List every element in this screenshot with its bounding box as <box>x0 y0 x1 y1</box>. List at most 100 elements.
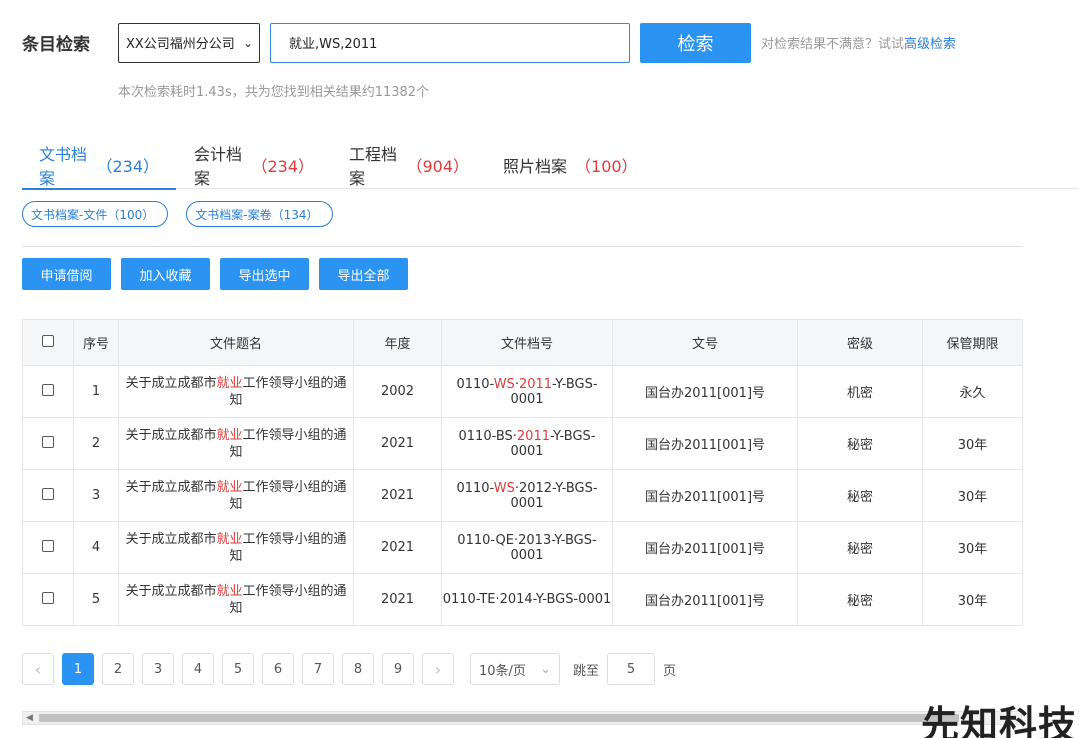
page-button[interactable]: 8 <box>342 653 374 685</box>
tab-documents[interactable]: 文书档案 （234） <box>22 140 176 190</box>
title-text: 工作领导小组的通知 <box>229 531 347 564</box>
cell-archive-no: 0110-BS·2011-Y-BGS-0001 <box>441 417 613 470</box>
search-input[interactable]: 就业,WS,2011 <box>270 22 630 63</box>
cell-no: 3 <box>73 469 119 522</box>
page-button[interactable]: 5 <box>222 653 254 685</box>
cell-title[interactable]: 关于成立成都市就业工作领导小组的通知 <box>118 573 354 626</box>
row-checkbox[interactable] <box>42 591 54 604</box>
cell-title[interactable]: 关于成立成都市就业工作领导小组的通知 <box>118 365 354 418</box>
results-table: 序号 文件题名 年度 文件档号 文号 密级 保管期限 1 关于成立成都市就业工作… <box>22 319 1023 626</box>
chip-document-files[interactable]: 文书档案-文件（100） <box>22 201 169 227</box>
subcategory-chips: 文书档案-文件（100） 文书档案-案卷（134） <box>22 201 333 227</box>
jump-label: 跳至 <box>573 663 600 679</box>
borrow-button[interactable]: 申请借阅 <box>22 258 111 290</box>
search-stats: 本次检索耗时1.43s，共为您找到相关结果约11382个 <box>118 85 430 100</box>
archive-no-text: 0110- <box>456 376 494 392</box>
search-hint-text: 对检索结果不满意？试试 <box>761 37 905 52</box>
page-button[interactable]: 6 <box>262 653 294 685</box>
table-header-row: 序号 文件题名 年度 文件档号 文号 密级 保管期限 <box>22 319 1023 366</box>
page-button[interactable]: 1 <box>62 653 94 685</box>
scroll-left-icon[interactable]: ◀ <box>26 713 33 723</box>
tab-engineering[interactable]: 工程档案 （904） <box>331 140 486 189</box>
page-title: 条目检索 <box>22 35 90 55</box>
title-highlight: 就业 <box>216 427 243 443</box>
tab-photos[interactable]: 照片档案 （100） <box>486 140 655 189</box>
next-page-button[interactable]: › <box>422 653 454 685</box>
table-row[interactable]: 1 关于成立成都市就业工作领导小组的通知 2002 0110-WS·2011-Y… <box>22 365 1023 418</box>
archive-no-highlight: WS <box>493 480 515 496</box>
page-button[interactable]: 3 <box>142 653 174 685</box>
tab-count: （904） <box>406 156 469 176</box>
row-checkbox-cell <box>22 417 74 470</box>
horizontal-scrollbar[interactable]: ◀ <box>22 711 1022 725</box>
jump-page-input[interactable]: 5 <box>607 653 656 685</box>
table-row[interactable]: 2 关于成立成都市就业工作领导小组的通知 2021 0110-BS·2011-Y… <box>22 417 1023 470</box>
cell-title[interactable]: 关于成立成都市就业工作领导小组的通知 <box>118 521 354 574</box>
cell-year: 2021 <box>353 417 442 470</box>
tab-accounting[interactable]: 会计档案 （234） <box>176 140 331 189</box>
cell-archive-no: 0110-WS·2011-Y-BGS-0001 <box>441 365 613 418</box>
title-text: 工作领导小组的通知 <box>229 583 347 616</box>
row-checkbox[interactable] <box>42 383 54 396</box>
column-header: 密级 <box>797 319 923 366</box>
divider <box>22 246 1022 247</box>
watermark-logo: 先知科技 <box>921 703 1078 738</box>
chip-document-volumes[interactable]: 文书档案-案卷（134） <box>186 201 333 227</box>
export-selected-button[interactable]: 导出选中 <box>220 258 309 290</box>
page-size-value: 10条/页 <box>479 663 526 679</box>
org-select-value: XX公司福州分公司 <box>126 37 235 52</box>
cell-level: 秘密 <box>797 573 923 626</box>
page-size-select[interactable]: 10条/页 ⌄ <box>470 653 560 685</box>
column-header: 保管期限 <box>922 319 1023 366</box>
scrollbar-thumb[interactable] <box>39 714 959 722</box>
cell-title[interactable]: 关于成立成都市就业工作领导小组的通知 <box>118 469 354 522</box>
cell-period: 30年 <box>922 469 1023 522</box>
cell-no: 1 <box>73 365 119 418</box>
row-checkbox[interactable] <box>42 539 54 552</box>
chevron-left-icon: ‹ <box>34 659 42 679</box>
cell-doc-no: 国台办2011[001]号 <box>612 573 798 626</box>
export-all-button[interactable]: 导出全部 <box>319 258 408 290</box>
row-checkbox-cell <box>22 365 74 418</box>
chevron-down-icon: ⌄ <box>540 661 551 677</box>
cell-doc-no: 国台办2011[001]号 <box>612 365 798 418</box>
page-button[interactable]: 9 <box>382 653 414 685</box>
table-row[interactable]: 5 关于成立成都市就业工作领导小组的通知 2021 0110-TE·2014-Y… <box>22 573 1023 626</box>
table-row[interactable]: 3 关于成立成都市就业工作领导小组的通知 2021 0110-WS·2012-Y… <box>22 469 1023 522</box>
advanced-search-link[interactable]: 高级检索 <box>904 37 956 52</box>
title-text: 工作领导小组的通知 <box>229 375 347 408</box>
cell-title[interactable]: 关于成立成都市就业工作领导小组的通知 <box>118 417 354 470</box>
title-text: 关于成立成都市 <box>125 375 217 391</box>
favorite-button[interactable]: 加入收藏 <box>121 258 210 290</box>
search-hint: 对检索结果不满意？试试高级检索 <box>761 33 956 52</box>
cell-archive-no: 0110-TE·2014-Y-BGS-0001 <box>441 573 613 626</box>
row-checkbox[interactable] <box>42 487 54 500</box>
tab-count: （100） <box>575 156 638 176</box>
pagination: ‹ 1 2 3 4 5 6 7 8 9 › 10条/页 ⌄ 跳至 5 页 <box>22 653 676 685</box>
tab-label: 会计档案 <box>194 144 243 188</box>
page-button[interactable]: 7 <box>302 653 334 685</box>
archive-no-text: 0110-TE·2014-Y-BGS-0001 <box>442 592 612 607</box>
cell-year: 2002 <box>353 365 442 418</box>
select-all-checkbox[interactable] <box>42 334 54 347</box>
cell-year: 2021 <box>353 521 442 574</box>
title-highlight: 就业 <box>216 479 243 495</box>
org-select[interactable]: XX公司福州分公司 ⌄ <box>118 22 260 63</box>
page-button[interactable]: 2 <box>102 653 134 685</box>
row-checkbox-cell <box>22 521 74 574</box>
cell-doc-no: 国台办2011[001]号 <box>612 521 798 574</box>
table-row[interactable]: 4 关于成立成都市就业工作领导小组的通知 2021 0110-QE·2013-Y… <box>22 521 1023 574</box>
tab-label: 照片档案 <box>503 156 568 176</box>
column-header: 序号 <box>73 319 119 366</box>
page-button[interactable]: 4 <box>182 653 214 685</box>
cell-period: 永久 <box>922 365 1023 418</box>
title-text: 关于成立成都市 <box>125 531 217 547</box>
cell-doc-no: 国台办2011[001]号 <box>612 417 798 470</box>
search-button[interactable]: 检索 <box>640 22 751 63</box>
prev-page-button[interactable]: ‹ <box>22 653 54 685</box>
cell-period: 30年 <box>922 521 1023 574</box>
row-checkbox[interactable] <box>42 435 54 448</box>
search-input-value: 就业,WS,2011 <box>289 37 378 52</box>
cell-year: 2021 <box>353 469 442 522</box>
title-text: 工作领导小组的通知 <box>229 427 347 460</box>
